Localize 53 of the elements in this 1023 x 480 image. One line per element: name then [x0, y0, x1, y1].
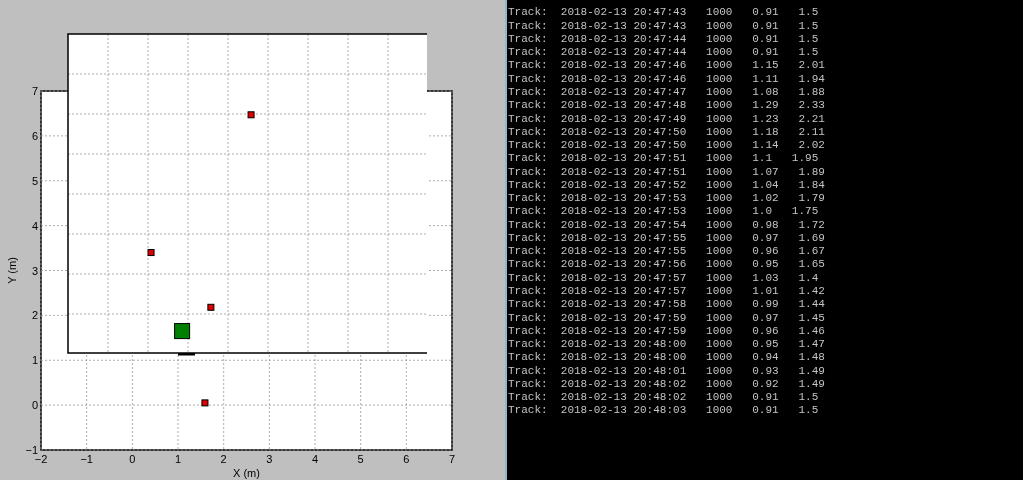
terminal-line: Track: 2018-02-13 20:48:01 1000 0.93 1.49	[508, 364, 825, 378]
terminal-line: Track: 2018-02-13 20:47:44 1000 0.91 1.5	[508, 32, 819, 47]
x-tick-label: 2	[220, 453, 227, 465]
terminal-line: Track: 2018-02-13 20:47:53 1000 1.0 1.75	[508, 205, 819, 219]
terminal-line: Track: 2018-02-13 20:47:43 1000 0.91 1.5	[508, 19, 819, 33]
terminal-line: Track: 2018-02-13 20:47:58 1000 0.99 1.44	[508, 298, 825, 312]
y-tick-label: 2	[31, 309, 38, 322]
terminal-line: Track: 2018-02-13 20:47:57 1000 1.03 1.4	[508, 271, 819, 285]
x-tick-label: 4	[311, 453, 319, 465]
y-axis-label: Y (m)	[6, 257, 18, 284]
terminal-line: Track: 2018-02-13 20:47:51 1000 1.1 1.95	[508, 152, 819, 166]
terminal-line: Track: 2018-02-13 20:47:52 1000 1.04 1.84	[508, 178, 825, 193]
y-tick-label: 0	[31, 399, 38, 412]
y-tick-label: −1	[25, 444, 38, 456]
terminal-line: Track: 2018-02-13 20:47:57 1000 1.01 1.42	[508, 284, 825, 299]
terminal-line: Track: 2018-02-13 20:48:02 1000 0.91 1.5	[508, 391, 819, 405]
terminal-line: Track: 2018-02-13 20:47:54 1000 0.98 1.72	[508, 218, 825, 232]
terminal-line: Track: 2018-02-13 20:47:46 1000 1.11 1.94	[508, 72, 825, 86]
bar-marker	[178, 353, 195, 356]
x-tick-label: 1	[174, 453, 182, 465]
terminal-line: Track: 2018-02-13 20:48:00 1000 0.95 1.47	[508, 338, 825, 352]
terminal-line: Track: 2018-02-13 20:47:59 1000 0.97 1.45	[508, 311, 825, 325]
x-tick-label: 0	[129, 453, 136, 465]
terminal-line: Track: 2018-02-13 20:47:47 1000 1.08 1.88	[508, 86, 825, 100]
terminal-line: Track: 2018-02-13 20:47:48 1000 1.29 2.33	[508, 99, 825, 113]
terminal-line: Track: 2018-02-13 20:48:02 1000 0.92 1.49	[508, 377, 825, 392]
x-tick-label: 6	[403, 453, 410, 465]
terminal-line: Track: 2018-02-13 20:47:51 1000 1.07 1.89	[508, 165, 825, 179]
y-tick-label: 3	[31, 264, 38, 277]
terminal-line: Track: 2018-02-13 20:47:53 1000 1.02 1.79	[508, 192, 825, 206]
y-tick-label: 6	[31, 129, 38, 142]
terminal-line: Track: 2018-02-13 20:47:50 1000 1.18 2.11	[508, 125, 825, 140]
terminal-line: Track: 2018-02-13 20:47:43 1000 0.91 1.5	[508, 6, 819, 20]
terminal-line: Track: 2018-02-13 20:47:59 1000 0.96 1.46	[508, 324, 825, 339]
terminal-line: Track: 2018-02-13 20:47:56 1000 0.95 1.65	[508, 258, 825, 272]
x-tick-label: 3	[266, 453, 273, 465]
terminal-line: Track: 2018-02-13 20:47:50 1000 1.14 2.02	[508, 139, 825, 153]
terminal-line: Track: 2018-02-13 20:48:00 1000 0.94 1.48	[508, 351, 825, 365]
x-axis-label: X (m)	[233, 467, 260, 479]
x-tick-label: −1	[80, 453, 93, 465]
terminal-line: Track: 2018-02-13 20:47:44 1000 0.91 1.5	[508, 46, 819, 60]
y-tick-label: 5	[31, 174, 38, 187]
x-tick-label: 5	[357, 453, 364, 465]
terminal-line: Track: 2018-02-13 20:47:49 1000 1.23 2.21	[508, 112, 825, 126]
terminal-line: Track: 2018-02-13 20:47:55 1000 0.97 1.69	[508, 231, 825, 246]
y-tick-label: 4	[31, 219, 38, 232]
terminal-line: Track: 2018-02-13 20:47:55 1000 0.96 1.67	[508, 245, 825, 259]
x-tick-label: −2	[34, 453, 48, 465]
terminal-line: Track: 2018-02-13 20:47:46 1000 1.15 2.01	[508, 59, 825, 73]
y-tick-label: 1	[31, 354, 38, 367]
x-tick-label: 7	[448, 453, 456, 465]
terminal-line: Track: 2018-02-13 20:48:03 1000 0.91 1.5	[508, 404, 819, 418]
y-tick-label: 7	[31, 85, 38, 97]
